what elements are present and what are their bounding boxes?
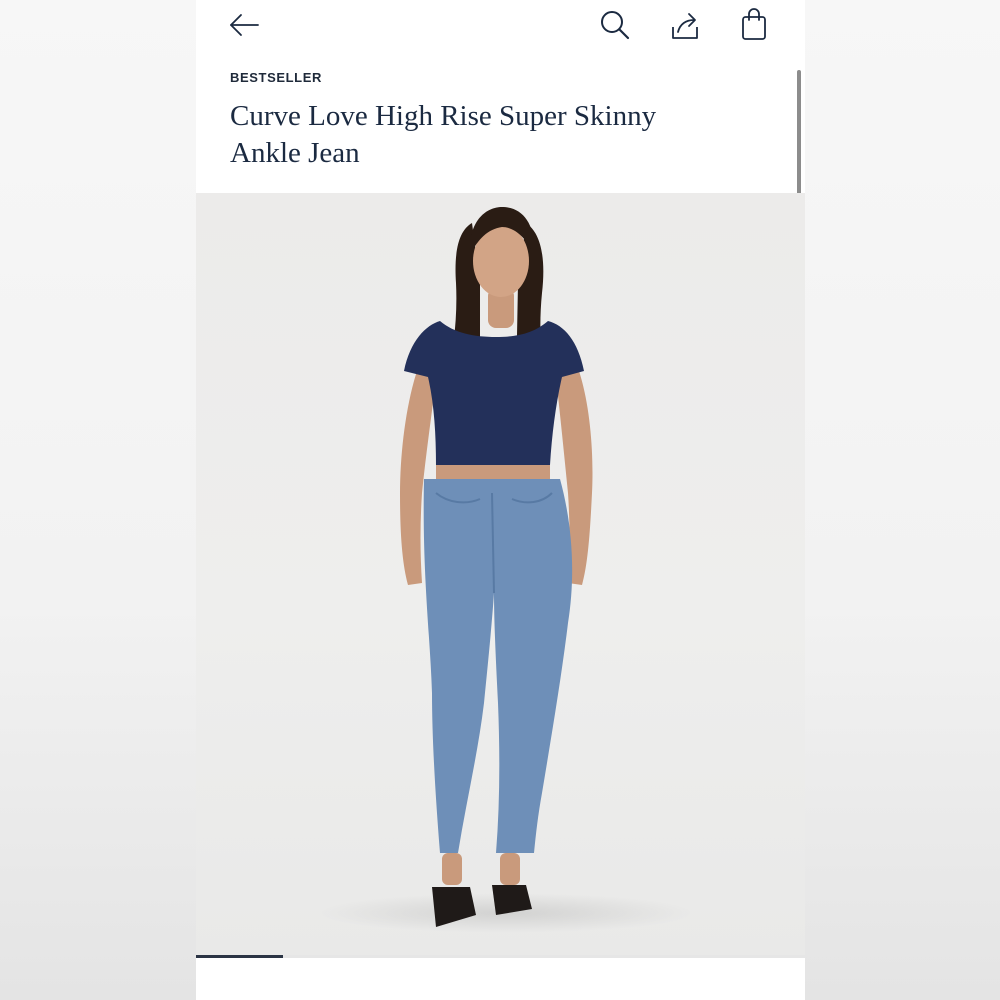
gallery-progress-indicator — [196, 955, 284, 958]
product-title: Curve Love High Rise Super Skinny Ankle … — [230, 100, 657, 169]
shopping-bag-icon — [742, 8, 766, 40]
background-left — [0, 0, 196, 1000]
scrollbar[interactable] — [797, 70, 801, 195]
back-button[interactable] — [226, 7, 262, 43]
gallery-progress-track — [196, 955, 805, 958]
arrow-left-icon — [230, 14, 259, 36]
bestseller-badge: BESTSELLER — [230, 70, 322, 85]
shopping-bag-button[interactable] — [736, 7, 772, 43]
search-icon — [601, 11, 630, 40]
top-navigation-bar — [196, 0, 805, 56]
search-button[interactable] — [597, 7, 633, 43]
background-right — [805, 0, 1000, 1000]
product-photo[interactable] — [196, 193, 805, 958]
share-button[interactable] — [667, 7, 703, 43]
share-icon — [672, 13, 698, 39]
product-page: BESTSELLER Curve Love High Rise Super Sk… — [196, 0, 805, 1000]
product-image-carousel[interactable] — [196, 193, 805, 958]
